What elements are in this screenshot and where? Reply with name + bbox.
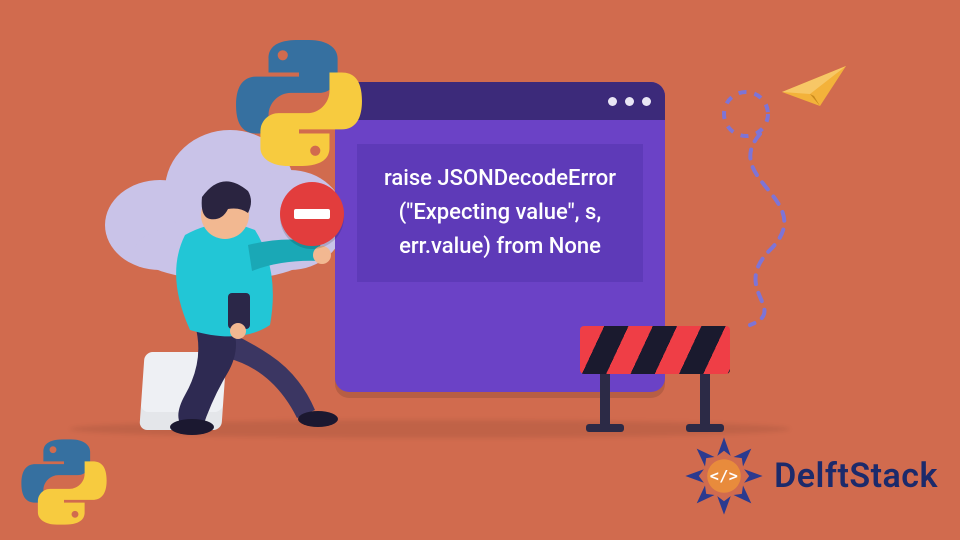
brand-name: DelftStack [774, 456, 938, 496]
svg-text:</>: </> [710, 467, 739, 485]
window-dot-icon [642, 97, 651, 106]
error-code-text: raise JSONDecodeError ("Expecting value"… [357, 144, 643, 282]
window-dot-icon [625, 97, 634, 106]
paper-plane-icon [780, 62, 850, 112]
plane-trail [660, 90, 840, 330]
delftstack-brand: </> DelftStack [682, 434, 938, 518]
road-barrier-icon [580, 326, 730, 432]
window-dot-icon [608, 97, 617, 106]
python-logo-icon [234, 38, 364, 168]
delftstack-logo-icon: </> [682, 434, 766, 518]
python-logo-icon [20, 438, 108, 526]
minus-circle-icon [280, 182, 344, 246]
window-titlebar [335, 82, 665, 120]
